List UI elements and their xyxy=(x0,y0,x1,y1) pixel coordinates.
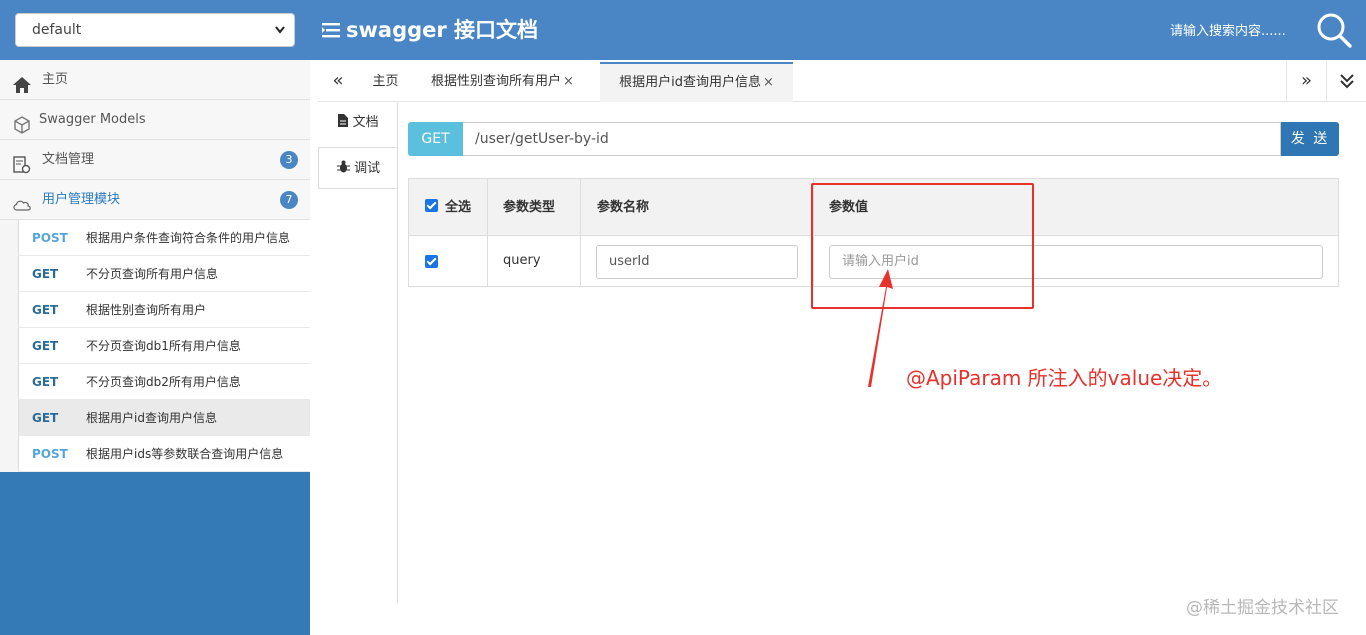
tab-home[interactable]: 主页 xyxy=(358,62,413,102)
count-badge: 7 xyxy=(280,191,298,209)
sidebar-item-label: 主页 xyxy=(42,72,69,87)
tab-id-query[interactable]: 根据用户id查询用户信息 × xyxy=(600,62,793,102)
tab-label: 调试 xyxy=(354,161,381,176)
sidebar-item-swagger-models[interactable]: Swagger Models xyxy=(0,100,310,140)
api-label: 不分页查询db1所有用户信息 xyxy=(86,339,241,353)
tab-debug[interactable]: 调试 xyxy=(318,147,398,189)
chevron-down-icon xyxy=(274,14,286,58)
api-item[interactable]: GET 不分页查询所有用户信息 xyxy=(18,256,310,292)
search-icon[interactable] xyxy=(1312,8,1356,52)
sidebar-item-user-module[interactable]: 用户管理模块 7 xyxy=(0,180,310,220)
tab-gender-query[interactable]: 根据性别查询所有用户 × xyxy=(431,62,574,102)
annotation-arrow-icon xyxy=(868,269,893,387)
api-label: 不分页查询db2所有用户信息 xyxy=(86,375,241,389)
method-label: GET xyxy=(32,267,59,281)
menu-icon[interactable] xyxy=(322,16,342,38)
send-button[interactable]: 发 送 xyxy=(1281,122,1339,156)
tab-bar: « 主页 根据性别查询所有用户 × 根据用户id查询用户信息 × » xyxy=(318,62,1366,102)
param-type: query xyxy=(503,253,541,268)
close-icon[interactable]: × xyxy=(763,75,774,90)
tab-label: 根据性别查询所有用户 xyxy=(431,74,562,89)
sidebar: 主页 Swagger Models 文档管理 3 用户管理模块 7 POST 根… xyxy=(0,60,310,635)
sidebar-item-home[interactable]: 主页 xyxy=(0,60,310,100)
group-select[interactable]: default xyxy=(15,13,295,47)
brand-title-text: swagger 接口文档 xyxy=(346,18,539,42)
watermark: @稀土掘金技术社区 xyxy=(1186,598,1339,618)
api-label: 根据性别查询所有用户 xyxy=(86,303,207,317)
count-badge: 3 xyxy=(280,151,298,169)
sidebar-list: 主页 Swagger Models 文档管理 3 用户管理模块 7 POST 根… xyxy=(0,60,310,472)
file-icon xyxy=(337,114,352,130)
method-label: POST xyxy=(32,231,68,245)
bug-icon xyxy=(336,160,354,176)
column-header-name: 参数名称 xyxy=(597,200,650,215)
sidebar-item-label: 文档管理 xyxy=(42,152,95,167)
tab-label: 根据用户id查询用户信息 xyxy=(619,75,761,90)
column-divider xyxy=(487,179,488,286)
cube-icon xyxy=(12,111,32,134)
tab-label: 文档 xyxy=(352,115,379,130)
api-item[interactable]: POST 根据用户条件查询符合条件的用户信息 xyxy=(18,220,310,256)
url-input[interactable]: /user/getUser-by-id xyxy=(463,122,1281,156)
tab-scroll-left-button[interactable]: « xyxy=(318,62,358,102)
tab-doc[interactable]: 文档 xyxy=(318,103,398,143)
search-input[interactable]: 请输入搜索内容...... xyxy=(1170,20,1286,39)
sidebar-item-doc-manage[interactable]: 文档管理 3 xyxy=(0,140,310,180)
row-checkbox[interactable] xyxy=(425,255,438,268)
divider xyxy=(397,103,398,603)
api-item[interactable]: POST 根据用户ids等参数联合查询用户信息 xyxy=(18,436,310,472)
select-all-label: 全选 xyxy=(445,200,472,215)
annotation-text: @ApiParam 所注入的value决定。 xyxy=(906,366,1223,390)
annotation-highlight-box xyxy=(811,183,1034,309)
cloud-icon xyxy=(12,191,32,211)
api-label: 不分页查询所有用户信息 xyxy=(86,267,219,281)
method-label: GET xyxy=(32,339,59,353)
column-header-type: 参数类型 xyxy=(503,200,556,215)
tab-scroll-right-button[interactable]: » xyxy=(1286,62,1326,102)
http-method-badge: GET xyxy=(408,122,463,156)
method-label: POST xyxy=(32,447,68,461)
select-all-checkbox[interactable] xyxy=(425,199,438,212)
home-icon xyxy=(12,71,32,93)
double-chevron-down-icon xyxy=(1339,70,1355,91)
close-icon[interactable]: × xyxy=(563,74,574,89)
doc-settings-icon xyxy=(12,151,32,174)
brand-title: swagger 接口文档 xyxy=(322,14,538,46)
tab-menu-button[interactable] xyxy=(1326,62,1366,102)
app-header: default swagger 接口文档 请输入搜索内容...... xyxy=(0,0,1366,60)
api-item-selected[interactable]: GET 根据用户id查询用户信息 xyxy=(18,400,310,436)
sidebar-item-label: 用户管理模块 xyxy=(42,192,121,207)
api-label: 根据用户条件查询符合条件的用户信息 xyxy=(86,231,291,245)
param-name-input[interactable]: userId xyxy=(596,245,798,279)
method-label: GET xyxy=(32,375,59,389)
column-divider xyxy=(580,179,581,286)
api-label: 根据用户ids等参数联合查询用户信息 xyxy=(86,447,284,461)
api-item[interactable]: GET 不分页查询db2所有用户信息 xyxy=(18,364,310,400)
api-item[interactable]: GET 不分页查询db1所有用户信息 xyxy=(18,328,310,364)
method-label: GET xyxy=(32,411,59,425)
api-item[interactable]: GET 根据性别查询所有用户 xyxy=(18,292,310,328)
api-label: 根据用户id查询用户信息 xyxy=(86,411,217,425)
method-label: GET xyxy=(32,303,59,317)
group-select-value: default xyxy=(32,22,82,38)
sidebar-item-label: Swagger Models xyxy=(39,112,146,127)
tab-label: 主页 xyxy=(372,74,399,89)
